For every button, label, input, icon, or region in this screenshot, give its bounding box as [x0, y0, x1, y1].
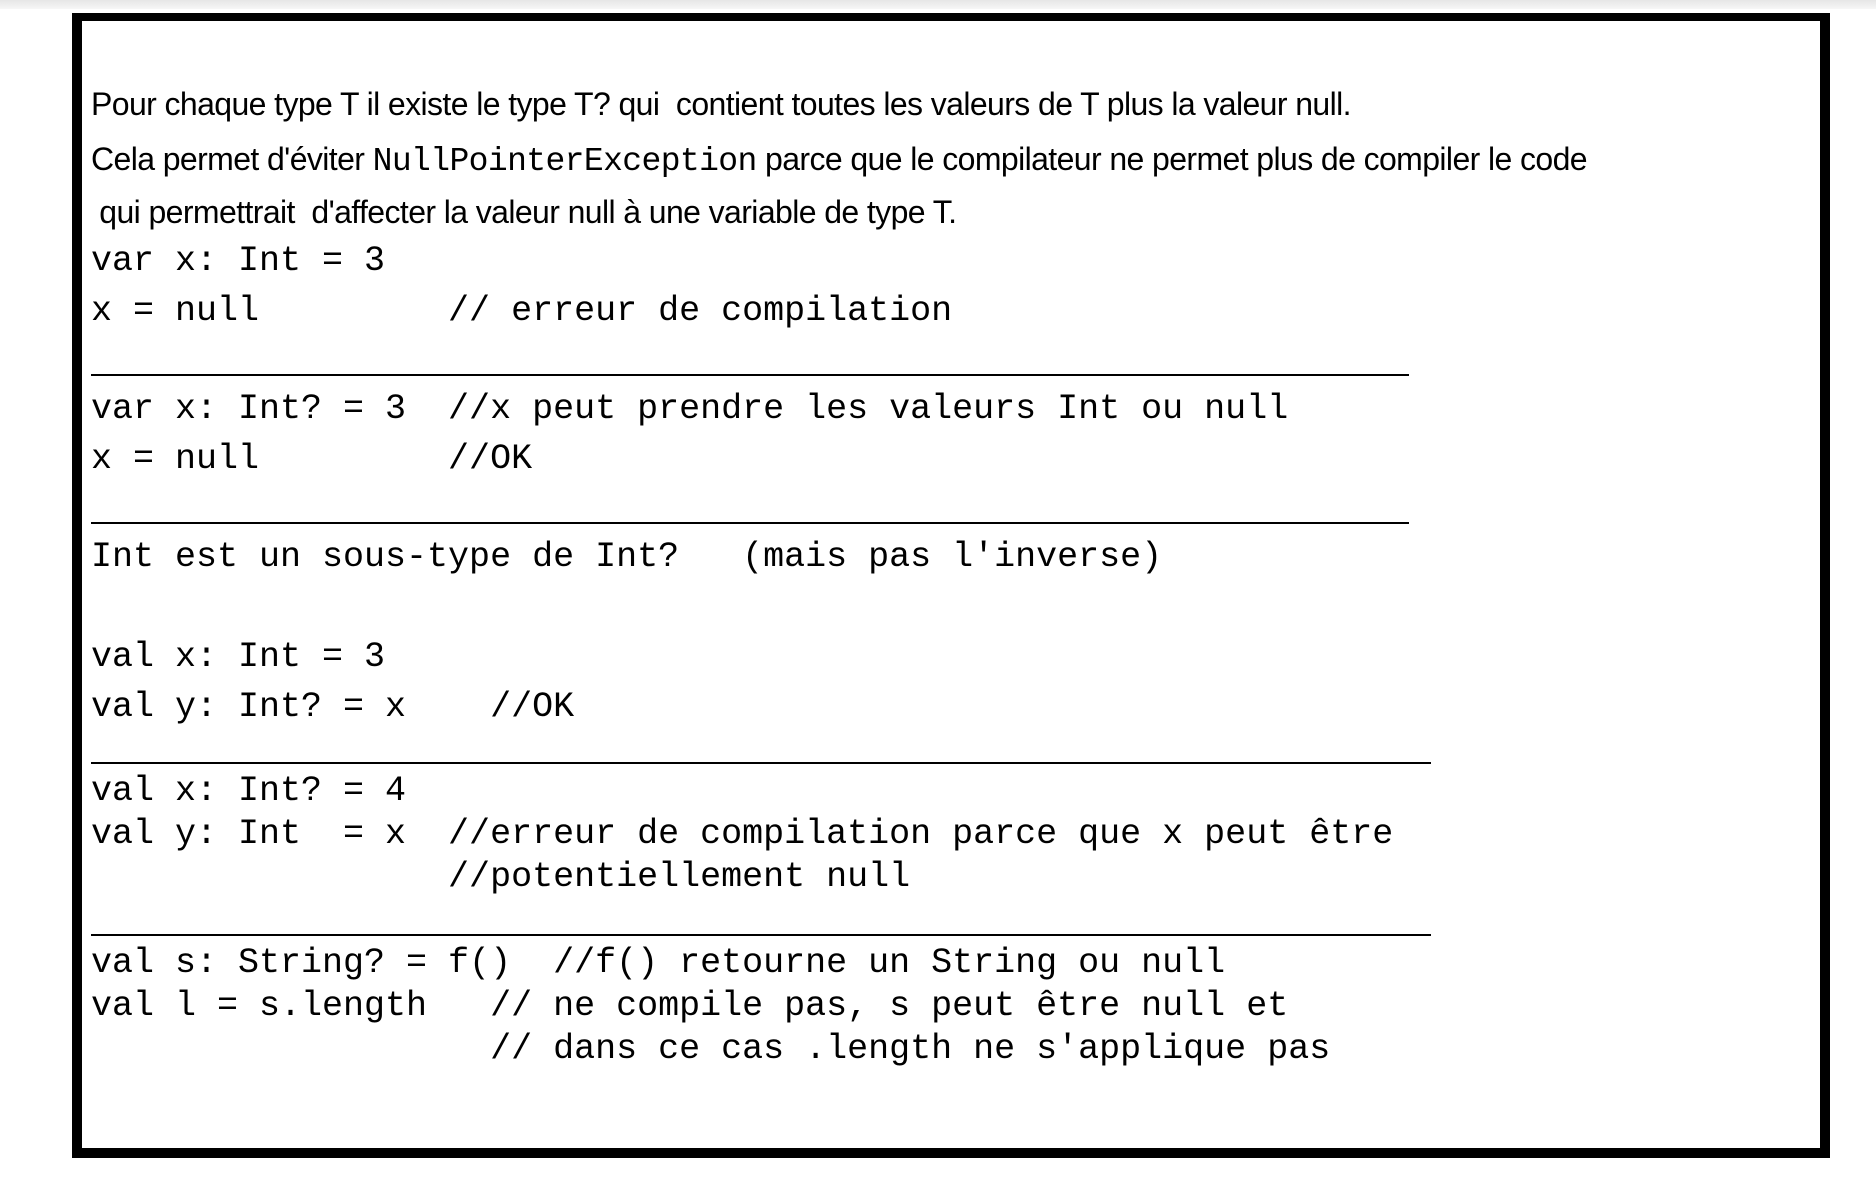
- code-line: //potentiellement null: [91, 857, 911, 897]
- intro-line-3: qui permettrait d'affecter la valeur nul…: [91, 194, 957, 230]
- code-line: val l = s.length // ne compile pas, s pe…: [91, 986, 1289, 1026]
- separator: [91, 934, 1431, 936]
- code-line: var x: Int = 3: [91, 241, 386, 281]
- code-line: val s: String? = f() //f() retourne un S…: [91, 943, 1226, 983]
- code-line: // dans ce cas .length ne s'applique pas: [91, 1029, 1331, 1069]
- intro-text: parce que le compilateur ne permet plus …: [756, 141, 1588, 177]
- inline-code: NullPointerException: [372, 143, 758, 180]
- top-strip: [0, 0, 1876, 9]
- code-line: val x: Int? = 4: [91, 771, 407, 811]
- code-line: Int est un sous-type de Int? (mais pas l…: [91, 537, 1163, 577]
- intro-line-2: Cela permet d'éviter NullPointerExceptio…: [91, 137, 1588, 181]
- separator: [91, 522, 1409, 524]
- code-line: val y: Int? = x //OK: [91, 687, 575, 727]
- intro-text: Cela permet d'éviter: [91, 141, 373, 177]
- code-line: val x: Int = 3: [91, 637, 386, 677]
- separator: [91, 374, 1409, 376]
- code-line: val y: Int = x //erreur de compilation p…: [91, 814, 1394, 854]
- code-line: x = null //OK: [91, 439, 533, 479]
- intro-line-1: Pour chaque type T il existe le type T? …: [91, 86, 1352, 122]
- code-line: var x: Int? = 3 //x peut prendre les val…: [91, 389, 1289, 429]
- code-line: x = null // erreur de compilation: [91, 291, 953, 331]
- separator: [91, 762, 1431, 764]
